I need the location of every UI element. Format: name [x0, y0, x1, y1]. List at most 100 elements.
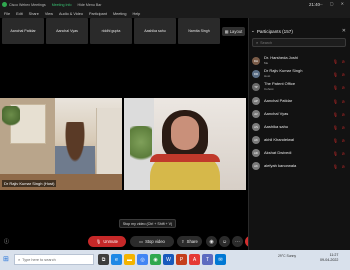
- video-off-icon[interactable]: ⊘: [342, 164, 345, 169]
- menu-view[interactable]: View: [45, 12, 53, 16]
- menu-audio-video[interactable]: Audio & Video: [59, 12, 83, 16]
- avatar: AS: [252, 123, 260, 131]
- mic-muted-icon[interactable]: 🎙: [333, 72, 338, 77]
- participants-title: Participants (157): [256, 28, 293, 34]
- teams-icon[interactable]: T: [202, 254, 213, 265]
- taskbar-search-placeholder: Type here to search: [22, 257, 56, 262]
- weather-widget[interactable]: 29°C Sunny: [278, 254, 296, 258]
- video-off-icon[interactable]: ⊘: [342, 151, 345, 156]
- host-video[interactable]: Dr Rajiv Kumar Singh (Host): [0, 98, 122, 190]
- stop-video-button[interactable]: ▭ Stop video: [130, 236, 174, 247]
- chevron-down-icon[interactable]: ⌄: [251, 28, 255, 34]
- participant-tile[interactable]: Namita Singh: [178, 18, 220, 44]
- list-item[interactable]: DH Dr. Harsheda Joshi Me 🎙 ⊘: [250, 55, 348, 67]
- mic-muted-icon[interactable]: 🎙: [333, 125, 338, 130]
- saree-border: [150, 154, 220, 162]
- participant-tile[interactable]: Aanchal Vyas: [46, 18, 88, 44]
- participant-face: [171, 116, 199, 150]
- menu-file[interactable]: File: [4, 12, 10, 16]
- participant-name: The Patent Office: [264, 81, 296, 87]
- list-item[interactable]: AP Aanchal Patidar 🎙 ⊘: [250, 95, 348, 107]
- participant-search-input[interactable]: [260, 40, 341, 45]
- participant-name: alefyah kanorwala: [264, 162, 297, 168]
- folder-icon[interactable]: ▬: [124, 254, 135, 265]
- avatar: AK: [252, 136, 260, 144]
- menu-help[interactable]: Help: [132, 12, 140, 16]
- taskbar-clock[interactable]: 11:27 09-04-2022: [320, 253, 338, 262]
- video-off-icon[interactable]: ⊘: [342, 59, 345, 64]
- close-panel-icon[interactable]: ✕: [342, 28, 346, 34]
- camera-icon: ▭: [139, 239, 144, 244]
- self-video[interactable]: [124, 98, 246, 190]
- list-item[interactable]: DR Dr Rajiv Kumar Singh Host 🎙 ⊘: [250, 68, 348, 80]
- list-item[interactable]: TP The Patent Office Cohost 🎙 ⊘: [250, 81, 348, 93]
- edge-icon[interactable]: e: [111, 254, 122, 265]
- participant-tile[interactable]: Aashika sahu: [134, 18, 176, 44]
- video-off-icon[interactable]: ⊘: [342, 72, 345, 77]
- record-button[interactable]: ◉: [206, 236, 217, 247]
- pdf-icon[interactable]: A: [189, 254, 200, 265]
- layout-label: Layout: [229, 29, 243, 34]
- list-item[interactable]: AV Aanchal Vyas 🎙 ⊘: [250, 108, 348, 120]
- menu-edit[interactable]: Edit: [16, 12, 23, 16]
- mic-muted-icon[interactable]: 🎙: [333, 151, 338, 156]
- mic-muted-icon[interactable]: 🎙: [333, 59, 338, 64]
- share-button[interactable]: ⇪ Share: [177, 236, 202, 247]
- webex-taskbar-icon[interactable]: ◉: [150, 254, 161, 265]
- video-off-icon[interactable]: ⊘: [342, 99, 345, 104]
- mic-muted-icon[interactable]: 🎙: [333, 164, 338, 169]
- search-icon: ⌕: [18, 257, 21, 262]
- participant-tile[interactable]: Aanchal Patidar: [2, 18, 44, 44]
- mic-muted-icon[interactable]: 🎙: [333, 138, 338, 143]
- search-icon: ⌕: [256, 40, 259, 45]
- layout-grid-icon: ▦: [224, 29, 229, 34]
- more-icon: ⋯: [235, 238, 240, 245]
- tile-name: riddhi gupta: [101, 29, 121, 33]
- hide-menu-bar-link[interactable]: Hide Menu Bar: [77, 3, 101, 7]
- video-off-icon[interactable]: ⊘: [342, 125, 345, 130]
- unmute-button[interactable]: 🎙 Unmute: [88, 236, 126, 247]
- mail-icon[interactable]: ✉: [215, 254, 226, 265]
- list-item[interactable]: AK alefyah kanorwala 🎙 ⊘: [250, 160, 348, 172]
- word-icon[interactable]: W: [163, 254, 174, 265]
- tile-name: Aashika sahu: [144, 29, 166, 33]
- windows-start-icon[interactable]: ⊞: [3, 255, 12, 264]
- record-icon: ◉: [209, 238, 214, 245]
- participant-tile-strip: Aanchal Patidar Aanchal Vyas riddhi gupt…: [0, 18, 226, 44]
- plant-image: [130, 126, 152, 166]
- participant-search[interactable]: ⌕: [252, 38, 346, 47]
- chrome-icon[interactable]: ◎: [137, 254, 148, 265]
- cabinet-image: [96, 108, 122, 178]
- menu-share[interactable]: Share: [29, 12, 39, 16]
- video-off-icon[interactable]: ⊘: [342, 138, 345, 143]
- menu-participant[interactable]: Participant: [89, 12, 107, 16]
- layout-button[interactable]: ▦ Layout: [222, 27, 245, 36]
- meeting-info-link[interactable]: Meeting Info: [52, 3, 72, 7]
- task-view-icon[interactable]: ⧉: [98, 254, 109, 265]
- window-controls[interactable]: — ▢ ✕: [319, 1, 347, 6]
- taskbar-search[interactable]: ⌕ Type here to search: [14, 254, 94, 265]
- tile-name: Aanchal Vyas: [56, 29, 78, 33]
- list-item[interactable]: AD Akshat Dwivedi 🎙 ⊘: [250, 147, 348, 159]
- video-off-icon[interactable]: ⊘: [342, 112, 345, 117]
- participant-name: Aanchal Patidar: [264, 97, 293, 103]
- participant-name: Dr. Harsheda Joshi: [264, 55, 299, 61]
- title-bar: Cisco Webex Meetings Meeting Info Hide M…: [0, 0, 350, 9]
- more-options-button[interactable]: ⋯: [232, 236, 243, 247]
- avatar: AK: [252, 162, 260, 170]
- mic-muted-icon[interactable]: 🎙: [333, 112, 338, 117]
- mic-muted-icon[interactable]: 🎙: [333, 85, 338, 90]
- menu-meeting[interactable]: Meeting: [113, 12, 127, 16]
- host-video-name: Dr Rajiv Kumar Singh (Host): [2, 180, 57, 187]
- participant-role: Host: [264, 74, 271, 78]
- list-item[interactable]: AK akhil Khandelwal 🎙 ⊘: [250, 134, 348, 146]
- list-item[interactable]: AS Aashika sahu 🎙 ⊘: [250, 121, 348, 133]
- share-label: Share: [186, 239, 198, 244]
- mic-muted-icon[interactable]: 🎙: [333, 99, 338, 104]
- powerpoint-icon[interactable]: P: [176, 254, 187, 265]
- video-off-icon[interactable]: ⊘: [342, 85, 345, 90]
- avatar: AV: [252, 110, 260, 118]
- participant-tile[interactable]: riddhi gupta: [90, 18, 132, 44]
- participant-name: akhil Khandelwal: [264, 136, 295, 142]
- reactions-button[interactable]: ☺: [219, 236, 230, 247]
